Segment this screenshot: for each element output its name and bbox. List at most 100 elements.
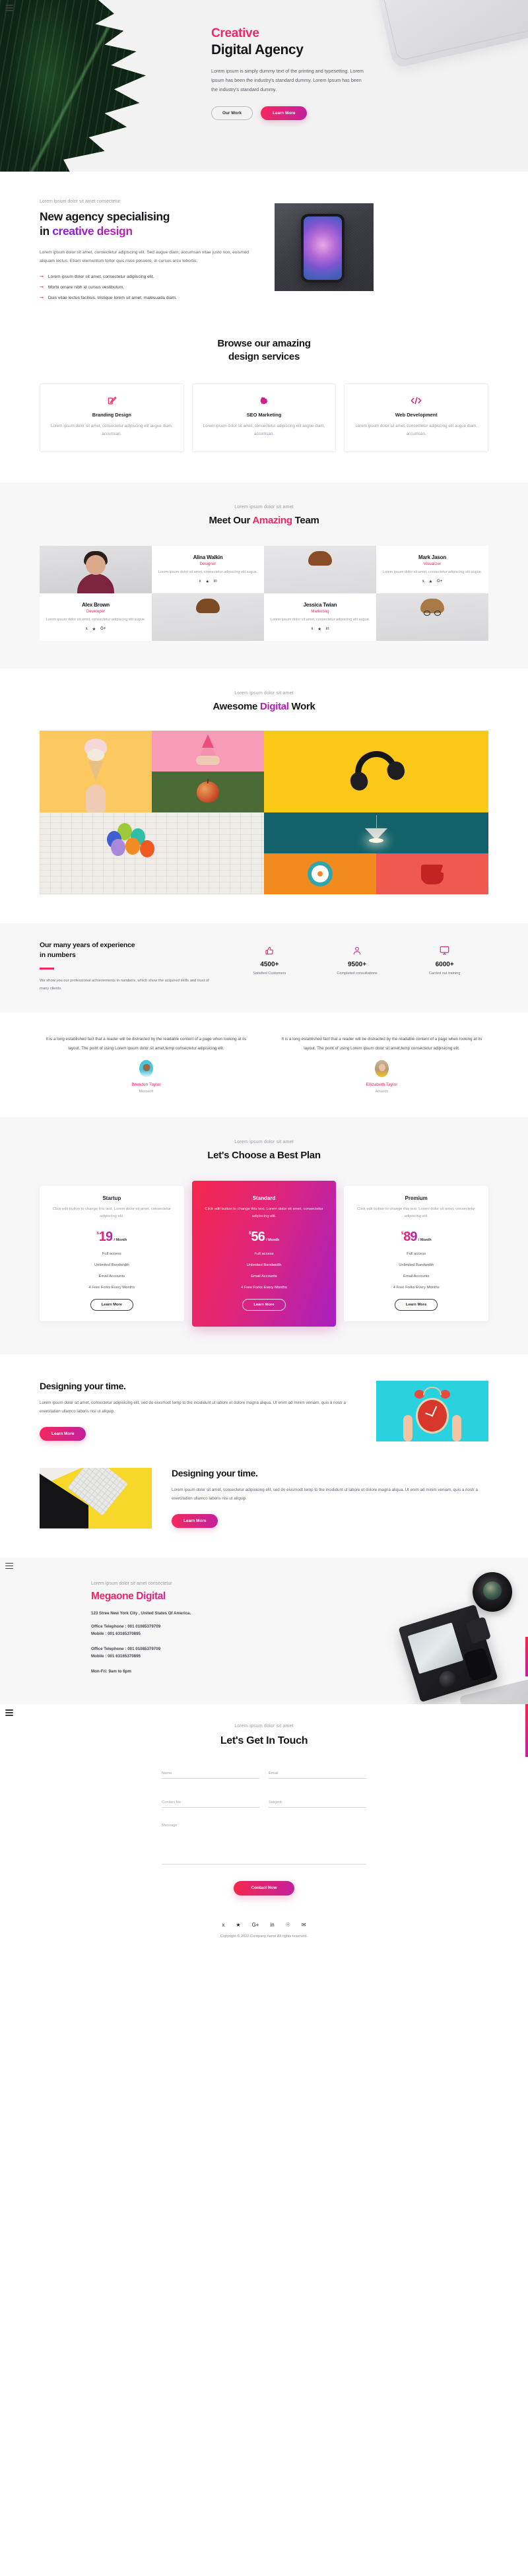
fabric-texture <box>275 203 374 291</box>
googleplus-icon[interactable]: G+ <box>100 627 106 632</box>
linkedin-icon[interactable]: in <box>270 1922 274 1928</box>
service-card-branding[interactable]: Branding Design Lorem ipsum dolor sit am… <box>40 383 184 452</box>
plan-cta-button[interactable]: Learn More <box>395 1298 438 1311</box>
team-card-mark[interactable]: Mark Jason Visualizer Lorem ipsum dolor … <box>376 545 488 593</box>
plan-name: Startup <box>102 1195 121 1202</box>
facebook-icon[interactable]: x <box>311 627 313 632</box>
feature-learn-more-button[interactable]: Learn More <box>172 1513 218 1528</box>
code-icon <box>353 395 479 406</box>
about-paragraph: Lorem ipsum dolor sit amet, consectetur … <box>40 249 249 263</box>
team-title-accent: Amazing <box>252 514 292 526</box>
pricing-card-premium[interactable]: Premium Click edit button to change this… <box>344 1186 489 1321</box>
menu-toggle-button[interactable] <box>5 1562 13 1569</box>
plan-cta-button[interactable]: Learn More <box>242 1298 286 1311</box>
contact-now-button[interactable]: Contact Now <box>234 1880 294 1896</box>
message-textarea[interactable] <box>162 1823 366 1865</box>
pricing-card-startup[interactable]: Startup Click edit button to change this… <box>40 1186 184 1321</box>
stat-label: Satisfied Customers <box>253 972 286 976</box>
office-telephone: Office Telephone : 001 01085379709 <box>91 1624 161 1629</box>
service-desc: Lorem ipsum dolor sit amet, consectetur … <box>50 424 173 437</box>
glasses-icon <box>424 610 441 616</box>
services-grid: Branding Design Lorem ipsum dolor sit am… <box>40 383 489 452</box>
twitter-icon[interactable]: ★ <box>205 579 209 584</box>
contact-block-1: Office Telephone : 001 01085379709 Mobil… <box>91 1623 257 1638</box>
stat-label: Completed consultations <box>337 972 378 976</box>
work-gallery-grid <box>40 731 488 895</box>
stat-completed-consultations: 9500+ Completed consultations <box>314 944 401 975</box>
pricing-section: Lorem ipsum dolor sit amet Let's Choose … <box>0 1117 528 1354</box>
team-card-alina[interactable]: Alina Walkin Designer Lorem ipsum dolor … <box>152 545 264 593</box>
bullet-text: Duis vitae lectus facilisis, tristique l… <box>48 295 177 300</box>
pricing-card-standard[interactable]: Standard Click edit button to change thi… <box>191 1181 337 1327</box>
work-tile-red-apple[interactable] <box>152 772 264 813</box>
team-title-b: Team <box>292 514 319 526</box>
menu-toggle-button[interactable] <box>5 5 13 11</box>
work-tile-orange-plate[interactable] <box>264 853 376 895</box>
stat-value: 9500+ <box>347 961 367 969</box>
company-address: 123 Stree New York City , United States … <box>91 1610 191 1616</box>
camera-screen <box>407 1622 464 1674</box>
work-tile-pendant-lamp[interactable] <box>264 812 488 854</box>
email-input[interactable] <box>269 1771 366 1779</box>
email-field-wrap <box>269 1766 366 1779</box>
work-tile-balloons[interactable] <box>40 812 264 895</box>
subject-input[interactable] <box>269 1800 366 1808</box>
twitter-icon[interactable]: ★ <box>429 579 432 584</box>
plan-feature: Email Accounts <box>251 1274 277 1278</box>
team-card-alex[interactable]: Alex Brown Developer Lorem ipsum dolor s… <box>40 593 152 641</box>
testimonial-company: Amazon <box>375 1089 389 1094</box>
service-card-web-dev[interactable]: Web Development Lorem ipsum dolor sit am… <box>344 383 489 452</box>
facebook-icon[interactable]: x <box>222 1922 224 1928</box>
service-card-seo[interactable]: SEO Marketing Lorem ipsum dolor sit amet… <box>191 383 337 452</box>
name-input[interactable] <box>162 1771 259 1779</box>
googleplus-icon[interactable]: G+ <box>252 1922 259 1928</box>
form-row <box>162 1766 366 1779</box>
twitter-icon[interactable]: ★ <box>317 627 321 632</box>
plan-feature: Email Accounts <box>98 1274 125 1278</box>
pinterest-icon[interactable]: ☉ <box>286 1922 290 1928</box>
plate-shape <box>308 861 333 887</box>
linkedin-icon[interactable]: in <box>326 627 329 632</box>
brand-name: Megaone Digital <box>91 1591 257 1602</box>
work-tile-ice-cream[interactable] <box>40 731 152 813</box>
plan-cta-button[interactable]: Learn More <box>90 1298 133 1311</box>
copyright-text: Copyright © 2022.Company name All rights… <box>220 1934 308 1938</box>
our-work-button[interactable]: Our Work <box>211 106 253 121</box>
feature-copy: Designing your time. Lorem ipsum dolor s… <box>172 1468 488 1528</box>
learn-more-button[interactable]: Learn More <box>261 106 308 121</box>
about-eyebrow: Lorem ipsum dolor sit amet consectetur <box>40 199 121 204</box>
service-desc: Lorem ipsum dolor sit amet, consectetur … <box>355 424 478 437</box>
hair-shape <box>308 550 332 566</box>
team-card-jessica[interactable]: Jessica Twian Marketing Lorem ipsum dolo… <box>264 593 376 641</box>
numbers-title-line2: in numbers <box>40 951 76 960</box>
twitter-icon[interactable]: ★ <box>236 1922 240 1928</box>
facebook-icon[interactable]: x <box>199 579 201 584</box>
member-socials: x ★ in <box>199 579 216 584</box>
lamp-shape <box>365 815 387 843</box>
portrait-image <box>264 545 376 593</box>
team-photo-alina <box>264 545 376 593</box>
plan-feature: Full access <box>407 1251 426 1256</box>
work-tile-pink-pineapple[interactable] <box>152 731 264 772</box>
googleplus-icon[interactable]: G+ <box>437 579 442 584</box>
menu-toggle-button[interactable] <box>5 1709 13 1716</box>
feature-learn-more-button[interactable]: Learn More <box>40 1426 86 1441</box>
linkedin-icon[interactable]: in <box>214 579 217 584</box>
work-tile-headphones[interactable] <box>264 731 488 813</box>
plan-name: Standard <box>252 1195 276 1202</box>
facebook-icon[interactable]: x <box>86 627 88 632</box>
testimonial-card: It is a long established fact that a rea… <box>275 1035 488 1094</box>
plan-name: Premium <box>405 1195 428 1202</box>
facebook-icon[interactable]: x <box>422 579 424 584</box>
contact-no-input[interactable] <box>162 1800 259 1808</box>
testimonial-quote: It is a long established fact that a rea… <box>281 1037 482 1051</box>
work-tile-red-drink[interactable] <box>376 853 488 895</box>
numbers-title-line1: Our many years of experience <box>40 941 135 950</box>
service-desc: Lorem ipsum dolor sit amet, consectetur … <box>203 424 325 437</box>
twitter-icon[interactable]: ★ <box>92 627 96 632</box>
member-bio: Lorem ipsum dolor sit amet, consectetur … <box>46 618 146 622</box>
plan-feature: Unlimited Bandwidth <box>94 1263 129 1267</box>
thumbs-up-icon <box>226 944 314 956</box>
menu-bar <box>5 1562 13 1564</box>
envelope-icon[interactable]: ✉ <box>302 1922 306 1928</box>
